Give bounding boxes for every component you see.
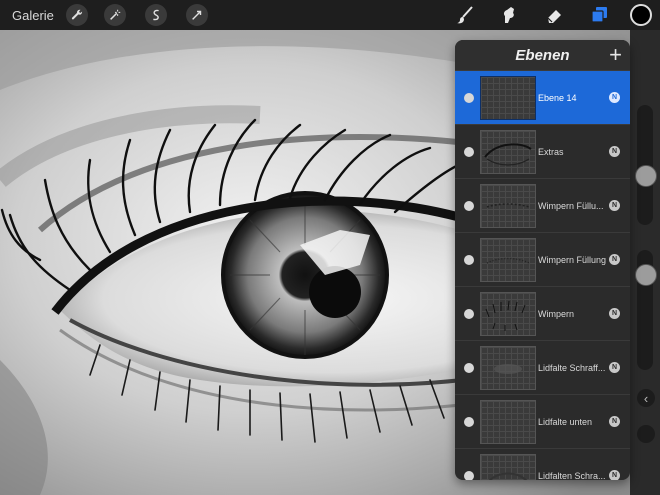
visibility-checkbox[interactable] [464,146,474,157]
blend-mode-button[interactable]: N [609,308,620,319]
layers-icon[interactable] [589,4,611,26]
layers-panel: Ebenen + Ebene 14 N Extras N Wimpern Fül… [455,40,630,480]
visibility-checkbox[interactable] [464,362,474,373]
visibility-checkbox[interactable] [464,470,474,480]
undo-button[interactable]: ‹ [637,389,655,407]
layer-name: Ebene 14 [538,92,577,103]
layer-thumbnail [480,399,536,444]
visibility-checkbox[interactable] [464,200,474,211]
layer-row[interactable]: Wimpern N [455,287,630,341]
color-swatch[interactable] [630,4,652,26]
eraser-icon[interactable] [544,4,566,26]
layer-name: Lidfalte Schraff... [538,362,606,373]
transform-icon[interactable] [186,4,208,26]
layer-row[interactable]: Wimpern Füllung N [455,233,630,287]
layer-name: Lidfalte unten [538,416,593,427]
wrench-icon[interactable] [66,4,88,26]
layer-row[interactable]: Wimpern Füllu... N [455,179,630,233]
layer-name: Wimpern Füllung [538,254,607,265]
layer-row[interactable]: Lidfalten Schra... N [455,449,630,480]
brush-size-knob[interactable] [635,165,657,187]
layer-name: Wimpern Füllu... [538,200,604,211]
visibility-checkbox[interactable] [464,92,474,103]
opacity-slider[interactable] [635,250,657,370]
layer-thumbnail [480,453,536,480]
layer-thumbnail [480,129,536,174]
layer-name: Wimpern [538,308,575,319]
gallery-button[interactable]: Galerie [12,8,54,23]
redo-button[interactable] [637,425,655,443]
layer-thumbnail [480,291,536,336]
brush-icon[interactable] [454,4,476,26]
layers-panel-title: Ebenen [515,47,570,64]
layer-thumbnail [480,183,536,228]
visibility-checkbox[interactable] [464,308,474,319]
layer-row[interactable]: Extras N [455,125,630,179]
top-toolbar: Galerie [0,0,660,30]
opacity-knob[interactable] [635,264,657,286]
blend-mode-button[interactable]: N [609,146,620,157]
brush-size-slider[interactable] [635,105,657,225]
layer-thumbnail [480,237,536,282]
blend-mode-button[interactable]: N [609,254,620,265]
side-controls: ‹ [630,30,660,495]
blend-mode-button[interactable]: N [609,362,620,373]
layer-thumbnail [480,345,536,390]
layer-name: Lidfalten Schra... [538,470,606,481]
magic-wand-icon[interactable] [104,4,126,26]
blend-mode-button[interactable]: N [609,92,620,103]
blend-mode-button[interactable]: N [609,470,620,480]
layer-name: Extras [538,146,564,157]
layer-row[interactable]: Ebene 14 N [455,71,630,125]
layer-row[interactable]: Lidfalte Schraff... N [455,341,630,395]
layer-thumbnail [480,75,536,120]
add-layer-button[interactable]: + [609,42,622,68]
layer-row[interactable]: Lidfalte unten N [455,395,630,449]
blend-mode-button[interactable]: N [609,416,620,427]
blend-mode-button[interactable]: N [609,200,620,211]
layers-panel-header: Ebenen + [455,40,630,71]
smudge-icon[interactable] [498,4,520,26]
visibility-checkbox[interactable] [464,416,474,427]
visibility-checkbox[interactable] [464,254,474,265]
selection-icon[interactable] [145,4,167,26]
